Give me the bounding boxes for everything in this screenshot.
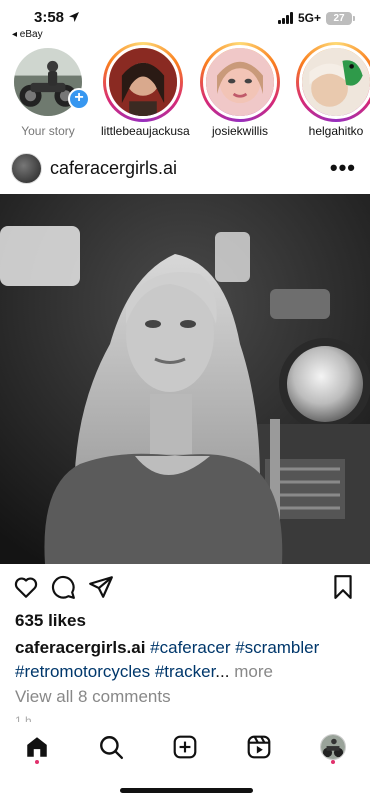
- profile-notification-dot: [331, 760, 335, 764]
- story-label: Your story: [21, 124, 75, 138]
- story-label: littlebeaujackusa: [101, 124, 190, 138]
- home-notification-dot: [35, 760, 39, 764]
- home-icon[interactable]: [24, 734, 50, 760]
- battery-icon: 27: [326, 11, 355, 25]
- story-label: josiekwillis: [211, 124, 268, 138]
- profile-avatar-icon[interactable]: [320, 734, 346, 760]
- search-icon[interactable]: [98, 734, 124, 760]
- post-author-avatar[interactable]: [11, 153, 42, 184]
- home-indicator: [120, 788, 253, 793]
- caption-more-link[interactable]: more: [234, 662, 273, 681]
- location-arrow-icon: [69, 12, 80, 22]
- story-your-story[interactable]: + Your story: [6, 42, 90, 138]
- post-header: caferacergirls.ai •••: [0, 150, 370, 188]
- more-options-icon[interactable]: •••: [330, 155, 356, 181]
- post-author-username[interactable]: caferacergirls.ai: [50, 158, 177, 179]
- bottom-tab-bar: [0, 722, 370, 800]
- story-avatar: [106, 45, 180, 119]
- post-caption: caferacergirls.ai #caferacer #scrambler …: [15, 636, 360, 684]
- network-type: 5G+: [297, 11, 321, 25]
- post-timestamp: 1 h: [15, 714, 32, 722]
- like-heart-icon[interactable]: [13, 574, 39, 600]
- add-story-icon[interactable]: +: [68, 88, 90, 110]
- story-josiekwillis[interactable]: josiekwillis: [198, 42, 282, 138]
- story-label: helgahitko: [308, 124, 364, 138]
- create-post-icon[interactable]: [172, 734, 198, 760]
- caption-username[interactable]: caferacergirls.ai: [15, 638, 145, 657]
- clock: 3:58: [34, 9, 80, 26]
- view-comments-link[interactable]: View all 8 comments: [15, 687, 171, 707]
- reels-icon[interactable]: [246, 734, 272, 760]
- comment-icon[interactable]: [50, 574, 76, 600]
- caption-ellipsis: ...: [215, 662, 230, 681]
- post-photo[interactable]: [0, 194, 370, 564]
- status-indicators: 5G+ 27: [277, 11, 355, 25]
- story-littlebeaujackusa[interactable]: littlebeaujackusa: [101, 42, 190, 138]
- share-send-icon[interactable]: [88, 574, 114, 600]
- back-to-app-link[interactable]: ◂ eBay: [12, 29, 43, 40]
- status-bar: 3:58 ◂ eBay 5G+ 27: [0, 0, 370, 44]
- story-avatar: [299, 45, 370, 119]
- stories-tray: + Your story littlebeaujackusa josiekwil…: [0, 42, 370, 140]
- story-avatar: [203, 45, 277, 119]
- story-helgahitko[interactable]: helgahitko: [294, 42, 370, 138]
- signal-icon: [277, 12, 293, 24]
- save-bookmark-icon[interactable]: [330, 574, 356, 600]
- like-count[interactable]: 635 likes: [15, 611, 86, 631]
- post-actions: [0, 574, 370, 600]
